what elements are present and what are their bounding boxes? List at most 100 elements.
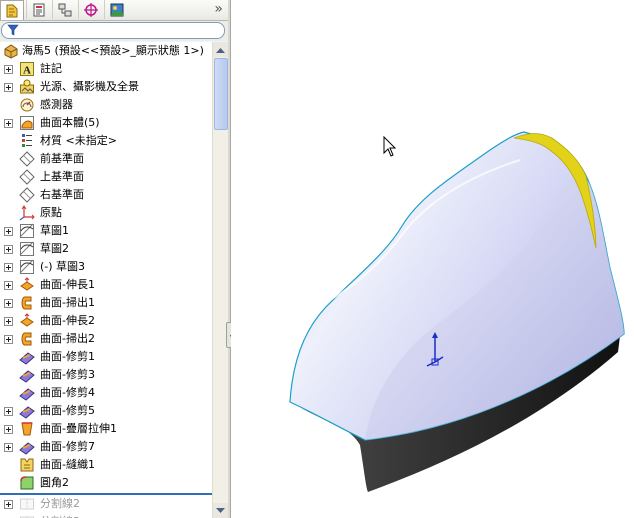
sketch-icon [19, 223, 35, 239]
more-tabs-chevron-icon[interactable]: » [214, 1, 223, 17]
tree-root-item[interactable]: 海馬5 (預設<<預設>_顯示狀態 1>) [0, 42, 212, 60]
surface-trim-icon [19, 385, 35, 401]
tree-item[interactable]: 曲面-修剪5 [0, 402, 212, 420]
tree-item-label: 曲面-縫織1 [40, 458, 95, 471]
tree-item[interactable]: 曲面-掃出1 [0, 294, 212, 312]
tree-item-label: 曲面-掃出2 [40, 332, 95, 345]
surface-extrude-icon [19, 313, 35, 329]
scroll-thumb[interactable] [214, 58, 228, 130]
tree-item[interactable]: A 註記 [0, 60, 212, 78]
tree-item[interactable]: 光源、攝影機及全景 [0, 78, 212, 96]
tree-scrollbar[interactable] [212, 42, 228, 518]
tree-item-label: 曲面-伸長1 [40, 278, 95, 291]
expand-plus-icon[interactable] [4, 425, 13, 434]
tree-item[interactable]: 分割線2 [0, 495, 212, 513]
tree-item[interactable]: 曲面-修剪4 [0, 384, 212, 402]
property-manager-icon [33, 3, 44, 16]
expand-plus-icon[interactable] [4, 299, 13, 308]
dimxpert-manager-tab[interactable] [78, 0, 102, 19]
tree-item-label: 圓角2 [40, 476, 69, 489]
tree-item[interactable]: 材質 <未指定> [0, 132, 212, 150]
surface-trim-icon [19, 349, 35, 365]
sensors-icon [19, 97, 35, 113]
surface-body-model[interactable] [231, 0, 634, 518]
tree-item-label: 感測器 [40, 98, 73, 111]
part-icon [3, 43, 19, 59]
sketch-icon [19, 259, 35, 275]
split-line-icon [19, 496, 35, 512]
tree-item[interactable]: 草圖2 [0, 240, 212, 258]
tree-item[interactable]: 曲面-疊層拉伸1 [0, 420, 212, 438]
tree-item[interactable]: 圓角2 [0, 474, 212, 492]
tree-item[interactable]: 前基準面 [0, 150, 212, 168]
material-icon [19, 133, 35, 149]
property-manager-tab[interactable] [26, 0, 50, 19]
expand-plus-icon[interactable] [4, 443, 13, 452]
expand-plus-icon[interactable] [4, 83, 13, 92]
tree-item[interactable]: 曲面本體(5) [0, 114, 212, 132]
expand-plus-icon[interactable] [4, 245, 13, 254]
tree-item[interactable]: 右基準面 [0, 186, 212, 204]
feature-manager-tab[interactable] [0, 0, 24, 20]
tree-item-label: 草圖2 [40, 242, 69, 255]
configuration-manager-icon [58, 3, 71, 16]
tree-item-label: 曲面-疊層拉伸1 [40, 422, 117, 435]
tree-item[interactable]: 曲面-伸長1 [0, 276, 212, 294]
origin-icon [19, 205, 35, 221]
feature-tree: 海馬5 (預設<<預設>_顯示狀態 1>) A 註記光源、攝影機及全景 感測器曲面本體… [0, 42, 212, 518]
tree-item-label: 註記 [40, 62, 62, 75]
expand-plus-icon[interactable] [4, 500, 13, 509]
sketch-icon [19, 241, 35, 257]
split-line-icon [19, 514, 35, 518]
filter-input[interactable] [1, 22, 225, 39]
surface-trim-icon [19, 367, 35, 383]
graphics-area[interactable] [231, 0, 634, 518]
tree-item-label: 曲面-修剪7 [40, 440, 95, 453]
tree-item-label: 曲面-修剪5 [40, 404, 95, 417]
expand-plus-icon[interactable] [4, 119, 13, 128]
expand-plus-icon[interactable] [4, 407, 13, 416]
tree-item[interactable]: 分割線3 [0, 513, 212, 518]
display-manager-tab[interactable] [104, 0, 128, 19]
dimxpert-icon [83, 2, 98, 17]
tree-item[interactable]: 曲面-修剪1 [0, 348, 212, 366]
tree-item-label: 海馬5 (預設<<預設>_顯示狀態 1>) [22, 44, 204, 57]
expand-plus-icon[interactable] [4, 335, 13, 344]
tree-item[interactable]: 上基準面 [0, 168, 212, 186]
scroll-up-arrow-icon[interactable] [213, 42, 228, 57]
plane-icon [19, 187, 35, 203]
tree-item-label: 曲面-修剪3 [40, 368, 95, 381]
tree-item[interactable]: 曲面-掃出2 [0, 330, 212, 348]
tree-item-label: 草圖1 [40, 224, 69, 237]
tree-item-label: 光源、攝影機及全景 [40, 80, 139, 93]
tree-item[interactable]: 曲面-縫織1 [0, 456, 212, 474]
annotations-icon: A [19, 61, 35, 77]
expand-plus-icon[interactable] [4, 65, 13, 74]
expand-plus-icon[interactable] [4, 317, 13, 326]
tree-item[interactable]: 曲面-修剪7 [0, 438, 212, 456]
manager-tab-bar: » [0, 0, 229, 21]
scroll-down-arrow-icon[interactable] [213, 503, 228, 518]
plane-icon [19, 169, 35, 185]
configuration-manager-tab[interactable] [52, 0, 76, 19]
tree-item-label: 曲面-掃出1 [40, 296, 95, 309]
feature-tree-icon [6, 4, 18, 17]
svg-text:A: A [23, 65, 31, 77]
tree-item-label: 材質 <未指定> [40, 134, 117, 147]
tree-item-label: 曲面-修剪4 [40, 386, 95, 399]
tree-item-label: 原點 [40, 206, 62, 219]
expand-plus-icon[interactable] [4, 227, 13, 236]
tree-item[interactable]: 曲面-修剪3 [0, 366, 212, 384]
tree-item[interactable]: 原點 [0, 204, 212, 222]
fillet-icon [19, 475, 35, 491]
tree-item[interactable]: 感測器 [0, 96, 212, 114]
tree-item-label: 前基準面 [40, 152, 84, 165]
tree-item[interactable]: 曲面-伸長2 [0, 312, 212, 330]
tree-item-label: 曲面本體(5) [40, 116, 100, 129]
expand-plus-icon[interactable] [4, 263, 13, 272]
tree-item[interactable]: (-) 草圖3 [0, 258, 212, 276]
surface-extrude-icon [19, 277, 35, 293]
expand-plus-icon[interactable] [4, 281, 13, 290]
surface-trim-icon [19, 439, 35, 455]
tree-item[interactable]: 草圖1 [0, 222, 212, 240]
